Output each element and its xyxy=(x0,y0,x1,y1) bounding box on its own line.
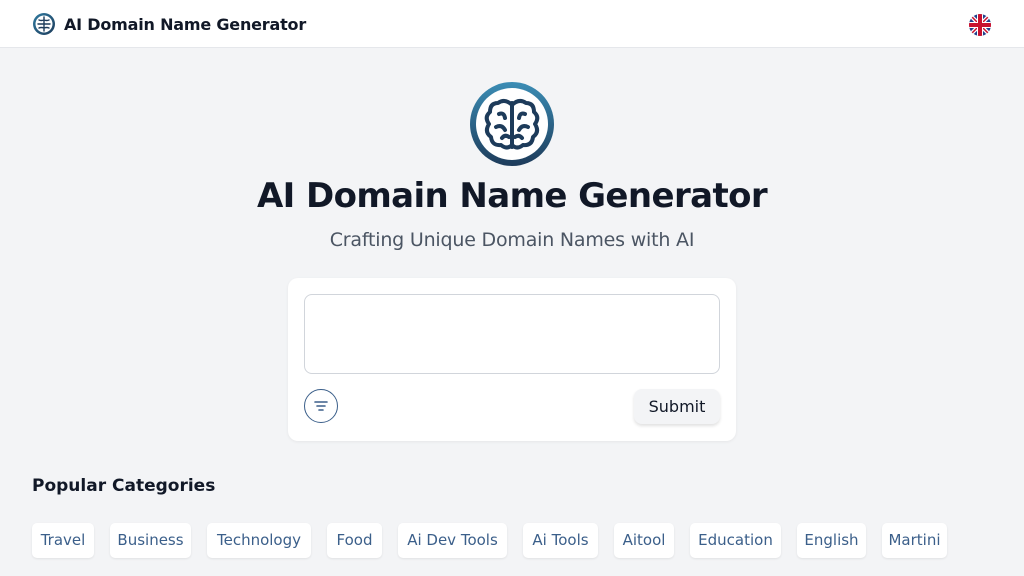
page-subtitle: Crafting Unique Domain Names with AI xyxy=(329,229,695,251)
category-chip-aitool[interactable]: Aitool xyxy=(614,523,674,558)
uk-flag-icon xyxy=(969,14,991,36)
category-chip-ai-dev-tools[interactable]: Ai Dev Tools xyxy=(398,523,507,558)
submit-button[interactable]: Submit xyxy=(634,389,720,424)
brain-icon xyxy=(470,82,554,166)
brain-globe-icon xyxy=(33,13,55,35)
category-chip-business[interactable]: Business xyxy=(110,523,191,558)
category-chip-food[interactable]: Food xyxy=(327,523,382,558)
domain-prompt-input[interactable] xyxy=(304,294,720,374)
brand[interactable]: AI Domain Name Generator xyxy=(32,12,306,36)
category-chip-education[interactable]: Education xyxy=(690,523,781,558)
category-chip-english[interactable]: English xyxy=(797,523,866,558)
generator-card: Submit xyxy=(288,278,736,441)
popular-categories-title: Popular Categories xyxy=(32,476,216,496)
top-navigation-bar: AI Domain Name Generator xyxy=(0,0,1024,48)
filter-lines-icon xyxy=(314,401,328,411)
category-chip-ai-tools[interactable]: Ai Tools xyxy=(523,523,598,558)
filter-options-button[interactable] xyxy=(304,389,338,423)
category-chip-martini[interactable]: Martini xyxy=(882,523,947,558)
page-title: AI Domain Name Generator xyxy=(256,176,768,216)
brand-title: AI Domain Name Generator xyxy=(64,14,307,34)
language-selector[interactable] xyxy=(969,14,991,36)
category-chip-travel[interactable]: Travel xyxy=(32,523,94,558)
category-chip-technology[interactable]: Technology xyxy=(207,523,311,558)
